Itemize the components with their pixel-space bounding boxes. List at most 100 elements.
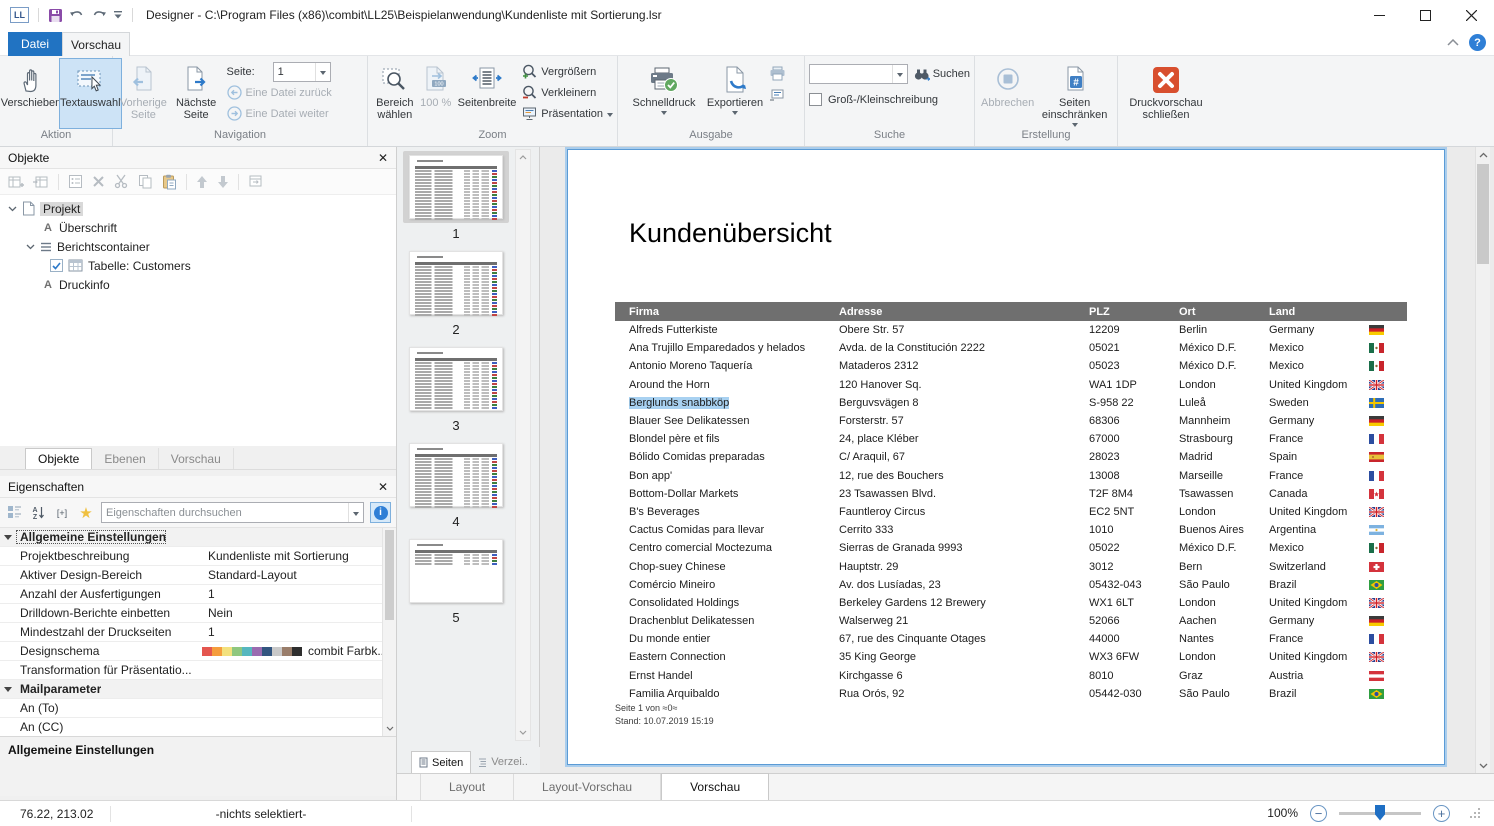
report-table-row[interactable]: Familia Arquibaldo Rua Orós, 92 05442-03… (615, 685, 1407, 703)
report-table-row[interactable]: Bólido Comidas preparadas C/ Araquil, 67… (615, 448, 1407, 466)
property-row[interactable]: Mailparameter (0, 680, 396, 699)
cut-icon[interactable] (114, 174, 129, 189)
page-thumbnail[interactable]: 3 (397, 343, 515, 433)
export-settings-icon[interactable] (769, 89, 795, 101)
print-icon[interactable] (769, 66, 795, 81)
insert-table-icon[interactable] (33, 174, 49, 190)
resize-grip[interactable] (1470, 808, 1480, 818)
tab-layout-vorschau[interactable]: Layout-Vorschau (514, 774, 661, 800)
app-logo-icon[interactable]: LL (10, 7, 29, 23)
scroll-up-icon[interactable] (516, 150, 530, 165)
categorized-view-icon[interactable] (5, 504, 23, 522)
scroll-down-icon[interactable] (516, 725, 530, 740)
property-row[interactable]: Anzahl der Ausfertigungen 1 (0, 585, 396, 604)
report-table-row[interactable]: Antonio Moreno Taquería Mataderos 2312 0… (615, 357, 1407, 375)
properties-search-combobox[interactable]: Eigenschaften durchsuchen (101, 502, 364, 523)
property-row[interactable]: An (CC) (0, 718, 396, 736)
tab-seiten[interactable]: Seiten (411, 751, 471, 773)
eine-datei-weiter-button[interactable]: Eine Datei weiter (227, 103, 364, 124)
report-table-row[interactable]: Around the Horn 120 Hanover Sq. WA1 1DP … (615, 376, 1407, 394)
tab-datei[interactable]: Datei (8, 32, 62, 56)
property-row[interactable]: Projektbeschreibung Kundenliste mit Sort… (0, 547, 396, 566)
tab-verzeichnis[interactable]: Verzei.. (471, 751, 535, 773)
preview-scrollbar[interactable] (1475, 147, 1490, 773)
report-table-row[interactable]: Drachenblut Delikatessen Walserweg 21 52… (615, 612, 1407, 630)
maximize-button[interactable] (1402, 0, 1448, 30)
page-thumbnail[interactable]: 2 (397, 247, 515, 337)
delete-icon[interactable] (92, 175, 105, 188)
customize-qat-icon[interactable] (113, 10, 123, 20)
report-table-row[interactable]: Berglunds snabbköp Berguvsvägen 8 S-958 … (615, 394, 1407, 412)
property-grid-scrollbar[interactable] (382, 528, 396, 736)
report-page[interactable]: Kundenübersicht Firma Adresse PLZ Ort La… (567, 149, 1445, 765)
property-row[interactable]: An (To) (0, 699, 396, 718)
close-icon[interactable]: ✕ (378, 151, 388, 165)
report-table-row[interactable]: Blondel père et fils 24, place Kléber 67… (615, 430, 1407, 448)
seiten-einschraenken-button[interactable]: # Seiten einschränken (1037, 58, 1112, 129)
schnelldruck-button[interactable]: Schnelldruck (628, 58, 700, 129)
search-combobox[interactable] (809, 64, 908, 84)
report-table-row[interactable]: Blauer See Delikatessen Forsterstr. 57 6… (615, 412, 1407, 430)
move-up-icon[interactable] (196, 175, 208, 189)
report-table-row[interactable]: Ernst Handel Kirchgasse 6 8010 Graz Aust… (615, 667, 1407, 685)
tab-vorschau-view[interactable]: Vorschau (661, 773, 769, 800)
scroll-down-icon[interactable] (383, 721, 396, 736)
report-table-row[interactable]: Centro comercial Moctezuma Sierras de Gr… (615, 539, 1407, 557)
tree-item-berichtscontainer[interactable]: Berichtscontainer (0, 237, 396, 256)
report-table-row[interactable]: Eastern Connection 35 King George WX3 6F… (615, 648, 1407, 666)
help-icon[interactable]: ? (1469, 34, 1486, 51)
tab-ebenen[interactable]: Ebenen (92, 448, 158, 469)
case-sensitive-checkbox[interactable] (809, 93, 822, 106)
tab-objekte[interactable]: Objekte (25, 448, 92, 469)
redo-icon[interactable] (91, 8, 107, 22)
tree-item-druckinfo[interactable]: A Druckinfo (0, 275, 396, 294)
zoom-slider-thumb[interactable] (1375, 805, 1385, 821)
report-table-row[interactable]: Bottom-Dollar Markets 23 Tsawassen Blvd.… (615, 485, 1407, 503)
verschieben-button[interactable]: Verschieben (5, 58, 57, 129)
scroll-down-icon[interactable] (1476, 758, 1491, 773)
close-icon[interactable]: ✕ (378, 480, 388, 494)
page-thumbnail[interactable]: 4 (397, 439, 515, 529)
chevron-down-icon[interactable] (892, 65, 907, 83)
naechste-seite-button[interactable]: Nächste Seite (171, 58, 222, 129)
checkbox-checked-icon[interactable] (50, 259, 63, 272)
druckvorschau-schliessen-button[interactable]: Druckvorschau schließen (1123, 58, 1209, 129)
tab-vorschau[interactable]: Vorschau (62, 32, 130, 56)
suchen-button[interactable]: Suchen (914, 68, 970, 81)
report-table-row[interactable]: Chop-suey Chinese Hauptstr. 29 3012 Bern… (615, 557, 1407, 575)
property-row[interactable]: Transformation für Präsentatio... (0, 661, 396, 680)
scroll-up-icon[interactable] (1476, 147, 1491, 162)
vorherige-seite-button[interactable]: Vorherige Seite (118, 58, 169, 129)
property-row[interactable]: Allgemeine Einstellungen (0, 528, 396, 547)
new-table-icon[interactable] (8, 174, 24, 190)
tree-item-projekt[interactable]: Projekt (0, 199, 396, 218)
copy-icon[interactable] (138, 174, 153, 189)
thumbnail-scrollbar[interactable] (515, 149, 531, 741)
convert-table-icon[interactable] (248, 174, 264, 189)
zoom-slider[interactable] (1339, 812, 1421, 815)
chevron-down-icon[interactable] (315, 63, 330, 81)
page-thumbnail[interactable]: 5 (397, 535, 515, 625)
close-button[interactable] (1448, 0, 1494, 30)
property-row[interactable]: Aktiver Design-Bereich Standard-Layout (0, 566, 396, 585)
property-row[interactable]: Designschema combit Farbk... (0, 642, 396, 661)
exportieren-button[interactable]: Exportieren (702, 58, 768, 129)
zoom-in-button[interactable]: + (1433, 805, 1450, 822)
zoom-out-button[interactable]: − (1310, 805, 1327, 822)
report-table-row[interactable]: Comércio Mineiro Av. dos Lusíadas, 23 05… (615, 576, 1407, 594)
info-button[interactable]: i (370, 502, 391, 523)
property-row[interactable]: Mindestzahl der Druckseiten 1 (0, 623, 396, 642)
tree-item-ueberschrift[interactable]: A Überschrift (0, 218, 396, 237)
tab-vorschau-panel[interactable]: Vorschau (159, 448, 234, 469)
collapse-ribbon-icon[interactable] (1447, 39, 1459, 46)
eine-datei-zurueck-button[interactable]: Eine Datei zurück (227, 82, 364, 103)
report-table-row[interactable]: Consolidated Holdings Berkeley Gardens 1… (615, 594, 1407, 612)
paste-icon[interactable] (162, 174, 177, 190)
tab-layout[interactable]: Layout (420, 774, 514, 800)
praesentation-button[interactable]: Präsentation (522, 103, 613, 124)
bereich-waehlen-button[interactable]: Bereich wählen (373, 58, 417, 129)
page-thumbnail[interactable]: 1 (397, 151, 515, 241)
zoom-100-button[interactable]: 100 100 % (419, 58, 453, 129)
verkleinern-button[interactable]: Verkleinern (522, 82, 613, 103)
report-table-row[interactable]: Alfreds Futterkiste Obere Str. 57 12209 … (615, 321, 1407, 339)
